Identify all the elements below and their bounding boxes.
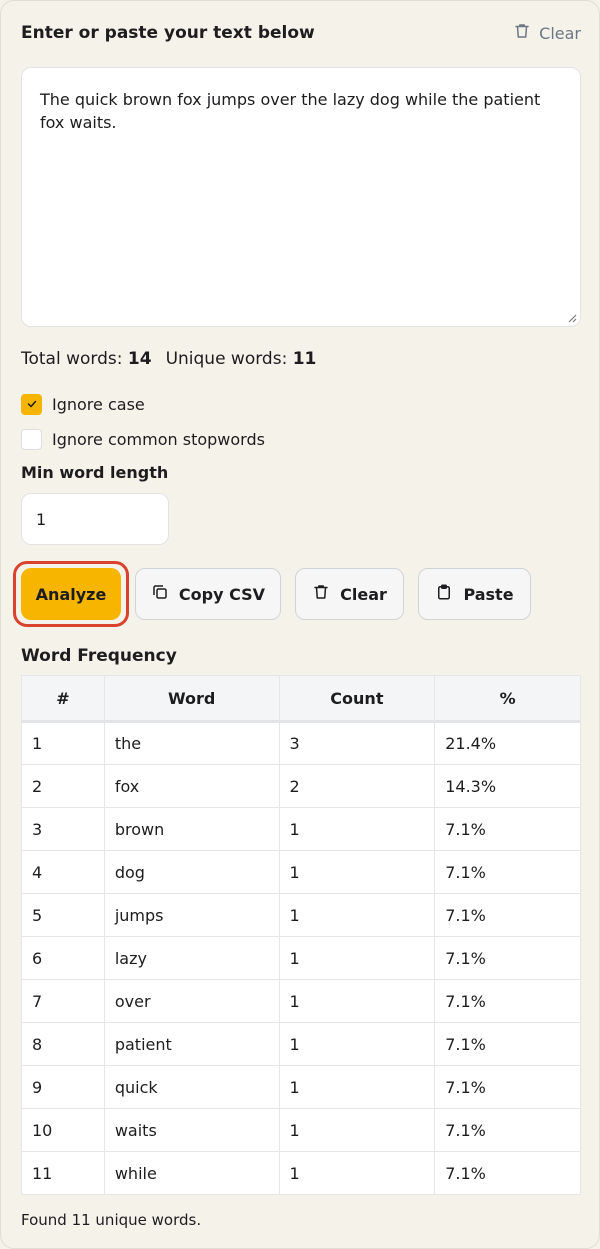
table-row: 2 fox 2 14.3% <box>21 764 581 808</box>
word-stats: Total words: 14 Unique words: 11 <box>21 347 316 371</box>
cell-count: 1 <box>278 850 436 894</box>
copy-icon <box>151 583 169 605</box>
paste-button[interactable]: Paste <box>418 568 531 620</box>
ignore-stopwords-label: Ignore common stopwords <box>52 429 265 449</box>
word-frequency-panel: Enter or paste your text below Clear The… <box>0 0 600 1249</box>
table-row: 10 waits 1 7.1% <box>21 1108 581 1152</box>
ignore-case-checkbox[interactable] <box>21 393 42 415</box>
trash-icon <box>312 583 330 605</box>
cell-rank: 1 <box>21 721 105 765</box>
table-row: 9 quick 1 7.1% <box>21 1065 581 1109</box>
table-row: 4 dog 1 7.1% <box>21 850 581 894</box>
cell-word: over <box>103 979 280 1023</box>
cell-word: patient <box>103 1022 280 1066</box>
clear-button[interactable]: Clear <box>295 568 404 620</box>
unique-words: Unique words: 11 <box>165 349 317 369</box>
table-row: 8 patient 1 7.1% <box>21 1022 581 1066</box>
cell-rank: 2 <box>21 764 105 808</box>
checkmark-icon <box>27 400 36 408</box>
cell-word: lazy <box>103 936 280 980</box>
cell-percent: 14.3% <box>434 764 581 808</box>
copy-csv-label: Copy CSV <box>178 584 266 604</box>
cell-percent: 7.1% <box>434 936 581 980</box>
cell-rank: 8 <box>21 1022 105 1066</box>
table-header-row: # Word Count % <box>21 675 581 723</box>
min-length-input[interactable] <box>21 493 169 545</box>
trash-icon <box>513 22 531 44</box>
paste-label: Paste <box>463 584 514 604</box>
clipboard-icon <box>435 583 453 605</box>
column-header-rank[interactable]: # <box>21 675 105 723</box>
cell-word: jumps <box>103 893 280 937</box>
column-header-word[interactable]: Word <box>103 675 280 723</box>
header-clear-label: Clear <box>539 23 581 43</box>
cell-percent: 7.1% <box>434 1022 581 1066</box>
min-length-label: Min word length <box>21 463 169 482</box>
cell-percent: 7.1% <box>434 807 581 851</box>
copy-csv-button[interactable]: Copy CSV <box>135 568 281 620</box>
cell-rank: 3 <box>21 807 105 851</box>
cell-word: fox <box>103 764 280 808</box>
cell-percent: 7.1% <box>434 850 581 894</box>
clear-label: Clear <box>340 584 387 604</box>
cell-count: 1 <box>278 1108 436 1152</box>
ignore-stopwords-checkbox[interactable] <box>21 428 42 450</box>
panel-header: Enter or paste your text below Clear <box>21 21 581 47</box>
cell-percent: 7.1% <box>434 1151 581 1195</box>
cell-percent: 7.1% <box>434 893 581 937</box>
header-clear-button[interactable]: Clear <box>513 21 581 45</box>
ignore-case-option[interactable]: Ignore case <box>21 392 145 416</box>
ignore-stopwords-option[interactable]: Ignore common stopwords <box>21 427 265 451</box>
cell-percent: 7.1% <box>434 1065 581 1109</box>
text-input[interactable]: The quick brown fox jumps over the lazy … <box>21 67 581 327</box>
cell-percent: 21.4% <box>434 721 581 765</box>
table-row: 3 brown 1 7.1% <box>21 807 581 851</box>
cell-rank: 5 <box>21 893 105 937</box>
analyze-label: Analyze <box>35 584 107 604</box>
cell-count: 1 <box>278 979 436 1023</box>
column-header-count[interactable]: Count <box>278 675 436 723</box>
cell-count: 1 <box>278 1022 436 1066</box>
cell-rank: 7 <box>21 979 105 1023</box>
column-header-percent[interactable]: % <box>434 675 581 723</box>
cell-rank: 10 <box>21 1108 105 1152</box>
table-row: 6 lazy 1 7.1% <box>21 936 581 980</box>
table-row: 1 the 3 21.4% <box>21 721 581 765</box>
cell-word: while <box>103 1151 280 1195</box>
cell-rank: 4 <box>21 850 105 894</box>
cell-word: quick <box>103 1065 280 1109</box>
cell-word: brown <box>103 807 280 851</box>
cell-word: the <box>103 721 280 765</box>
total-words: Total words: 14 <box>21 349 152 369</box>
table-row: 11 while 1 7.1% <box>21 1151 581 1195</box>
resize-grip-icon[interactable] <box>567 313 577 323</box>
cell-count: 1 <box>278 893 436 937</box>
table-row: 7 over 1 7.1% <box>21 979 581 1023</box>
page-title: Enter or paste your text below <box>21 23 315 43</box>
cell-word: dog <box>103 850 280 894</box>
cell-rank: 9 <box>21 1065 105 1109</box>
ignore-case-label: Ignore case <box>52 394 145 414</box>
cell-count: 1 <box>278 1065 436 1109</box>
cell-count: 1 <box>278 1151 436 1195</box>
cell-percent: 7.1% <box>434 979 581 1023</box>
cell-word: waits <box>103 1108 280 1152</box>
cell-rank: 6 <box>21 936 105 980</box>
cell-count: 3 <box>278 721 436 765</box>
results-summary: Found 11 unique words. <box>21 1211 202 1229</box>
cell-rank: 11 <box>21 1151 105 1195</box>
word-frequency-table: # Word Count % 1 the 3 21.4% 2 fox 2 14.3% 3 br… <box>21 675 581 1195</box>
analyze-button[interactable]: Analyze <box>21 568 121 620</box>
cell-percent: 7.1% <box>434 1108 581 1152</box>
cell-count: 1 <box>278 807 436 851</box>
table-row: 5 jumps 1 7.1% <box>21 893 581 937</box>
results-title: Word Frequency <box>21 646 177 666</box>
cell-count: 2 <box>278 764 436 808</box>
cell-count: 1 <box>278 936 436 980</box>
